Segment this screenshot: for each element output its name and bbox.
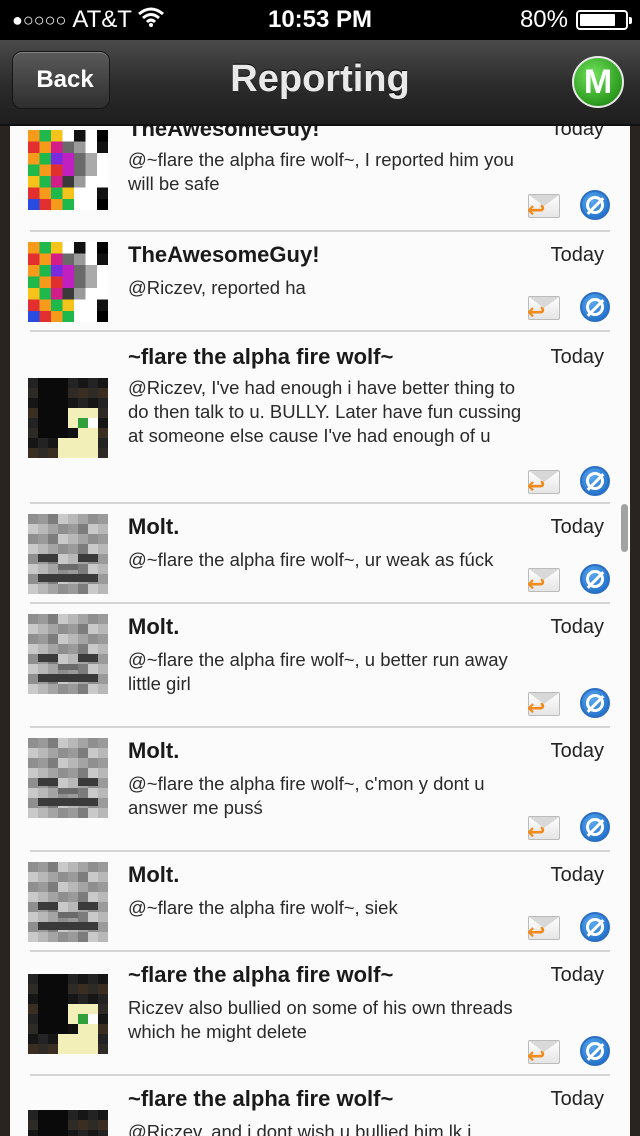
block-icon[interactable] [580, 564, 610, 594]
post-message: @Riczev, reported ha [128, 277, 306, 298]
post-message: @~flare the alpha fire wolf~, ur weak as… [128, 549, 494, 570]
block-icon[interactable] [580, 190, 610, 220]
list-item[interactable]: Molt. Today @~flare the alpha fire wolf~, … [28, 504, 610, 604]
avatar[interactable] [28, 130, 109, 211]
m-logo-icon[interactable]: M [572, 56, 624, 108]
post-message: @Riczev, I've had enough i have better t… [128, 377, 522, 446]
post-author[interactable]: Molt. [128, 514, 179, 540]
battery-icon [576, 10, 632, 30]
post-time: Today [550, 346, 604, 368]
reply-icon[interactable] [527, 568, 560, 595]
post-author[interactable]: Molt. [128, 862, 179, 888]
list-item[interactable]: Molt. Today @~flare the alpha fire wolf~, … [28, 852, 610, 952]
post-author[interactable]: ~flare the alpha fire wolf~ [128, 1086, 393, 1112]
avatar[interactable] [28, 738, 109, 819]
post-author[interactable]: ~flare the alpha fire wolf~ [128, 344, 393, 370]
post-list[interactable]: TheAwesomeGuy! Today @~flare the alpha fir… [10, 126, 630, 1136]
reply-icon[interactable] [527, 1040, 560, 1067]
post-message: @~flare the alpha fire wolf~, I reported… [128, 149, 514, 194]
post-time: Today [550, 1088, 604, 1110]
battery-percent: 80% [519, 6, 568, 33]
post-author[interactable]: TheAwesomeGuy! [128, 126, 320, 142]
block-icon[interactable] [580, 812, 610, 842]
reply-icon[interactable] [527, 296, 560, 323]
nav-bar: Back Reporting M [0, 40, 640, 126]
reply-icon[interactable] [527, 916, 560, 943]
block-icon[interactable] [580, 1036, 610, 1066]
list-item[interactable]: ~flare the alpha fire wolf~ Today Riczev a… [28, 952, 610, 1076]
block-icon[interactable] [580, 292, 610, 322]
post-time: Today [550, 964, 604, 986]
reply-icon[interactable] [527, 470, 560, 497]
post-time: Today [550, 616, 604, 638]
avatar[interactable] [28, 514, 109, 595]
block-icon[interactable] [580, 912, 610, 942]
post-message: @~flare the alpha fire wolf~, c'mon y do… [128, 773, 485, 818]
post-time: Today [550, 126, 604, 140]
post-time: Today [550, 516, 604, 538]
post-message: @~flare the alpha fire wolf~, siek [128, 897, 398, 918]
post-author[interactable]: Molt. [128, 614, 179, 640]
post-time: Today [550, 864, 604, 886]
avatar[interactable] [28, 242, 109, 323]
reply-icon[interactable] [527, 194, 560, 221]
list-item[interactable]: Molt. Today @~flare the alpha fire wolf~, … [28, 728, 610, 852]
post-author[interactable]: ~flare the alpha fire wolf~ [128, 962, 393, 988]
list-item[interactable]: TheAwesomeGuy! Today @~flare the alpha fir… [28, 126, 610, 232]
avatar[interactable] [28, 614, 109, 695]
list-item[interactable]: Molt. Today @~flare the alpha fire wolf~, … [28, 604, 610, 728]
post-author[interactable]: Molt. [128, 738, 179, 764]
reply-icon[interactable] [527, 692, 560, 719]
post-author[interactable]: TheAwesomeGuy! [128, 242, 320, 268]
list-item[interactable]: TheAwesomeGuy! Today @Riczev, reported ha [28, 232, 610, 332]
post-time: Today [550, 740, 604, 762]
status-bar: ●○○○○ AT&T 10:53 PM 80% [0, 0, 640, 40]
avatar[interactable] [28, 862, 109, 943]
list-item[interactable]: ~flare the alpha fire wolf~ Today @Riczev,… [28, 332, 610, 504]
block-icon[interactable] [580, 688, 610, 718]
avatar[interactable] [28, 378, 109, 459]
scrollbar[interactable] [621, 504, 628, 552]
page-title: Reporting [230, 58, 410, 100]
post-message: @Riczev, and i dont wish u bullied him l… [128, 1121, 472, 1136]
post-message: @~flare the alpha fire wolf~, u better r… [128, 649, 508, 694]
block-icon[interactable] [580, 466, 610, 496]
list-item[interactable]: ~flare the alpha fire wolf~ Today @Riczev,… [28, 1076, 610, 1136]
avatar[interactable] [28, 974, 109, 1055]
avatar[interactable] [28, 1110, 109, 1136]
post-time: Today [550, 244, 604, 266]
post-message: Riczev also bullied on some of his own t… [128, 997, 513, 1042]
reply-icon[interactable] [527, 816, 560, 843]
